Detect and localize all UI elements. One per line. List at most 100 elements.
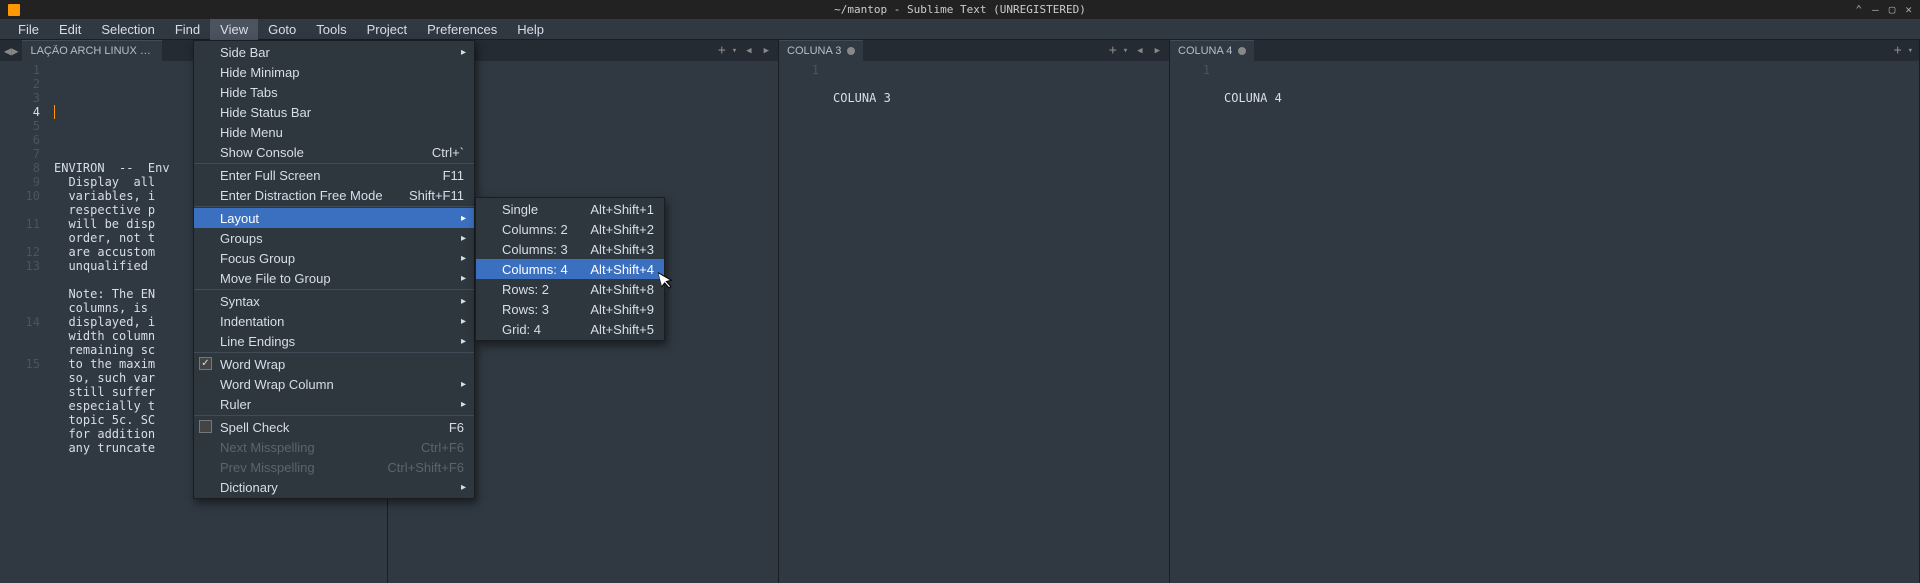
tab-strip-3: COLUNA 3 + ▾ ◀ ▶ [779, 40, 1169, 61]
menu-item-single[interactable]: SingleAlt+Shift+1 [476, 199, 664, 219]
menu-find[interactable]: Find [165, 19, 210, 40]
menu-item-shortcut: Alt+Shift+4 [576, 262, 654, 277]
menu-item-columns-3[interactable]: Columns: 3Alt+Shift+3 [476, 239, 664, 259]
checkbox-icon [199, 420, 212, 433]
line-number [0, 371, 40, 385]
menu-item-label: Enter Distraction Free Mode [220, 188, 395, 203]
new-tab-icon[interactable]: + [718, 43, 726, 58]
tab-nav-right-icon[interactable]: ▶ [11, 44, 18, 58]
menu-item-hide-status-bar[interactable]: Hide Status Bar [194, 102, 474, 122]
tab-file-4[interactable]: COLUNA 4 [1170, 40, 1254, 61]
tab-nav-left-icon[interactable]: ◀ [4, 44, 11, 58]
line-number: 8 [0, 161, 40, 175]
menu-edit[interactable]: Edit [49, 19, 91, 40]
maximize-icon[interactable]: ▢ [1889, 3, 1896, 16]
tab-nav-left-icon[interactable]: ◀ [1134, 46, 1145, 56]
menu-item-shortcut: Alt+Shift+1 [576, 202, 654, 217]
tab-nav-right-icon[interactable]: ▶ [1152, 46, 1163, 56]
menu-item-label: Indentation [220, 314, 464, 329]
menu-item-label: Columns: 3 [502, 242, 576, 257]
code-area[interactable]: COLUNA 3 [827, 61, 1169, 583]
line-number: 14 [0, 315, 40, 329]
dirty-indicator-icon [1238, 47, 1246, 55]
menu-item-rows-3[interactable]: Rows: 3Alt+Shift+9 [476, 299, 664, 319]
menu-item-label: Grid: 4 [502, 322, 576, 337]
menu-item-label: Syntax [220, 294, 464, 309]
menu-item-focus-group[interactable]: Focus Group [194, 248, 474, 268]
menu-item-word-wrap-column[interactable]: Word Wrap Column [194, 374, 474, 394]
menu-item-groups[interactable]: Groups [194, 228, 474, 248]
menu-item-label: Hide Tabs [220, 85, 464, 100]
menu-item-syntax[interactable]: Syntax [194, 291, 474, 311]
line-number [0, 231, 40, 245]
close-icon[interactable]: ✕ [1905, 3, 1912, 16]
menu-view[interactable]: View [210, 19, 258, 40]
menu-item-side-bar[interactable]: Side Bar [194, 42, 474, 62]
code-line: COLUNA 4 [1224, 91, 1913, 105]
menu-item-prev-misspelling: Prev MisspellingCtrl+Shift+F6 [194, 457, 474, 477]
tab-file-1[interactable]: LAÇÃO ARCH LINUX - BIOS-Legacy, T [22, 40, 162, 61]
line-number: 12 [0, 245, 40, 259]
line-number: 9 [0, 175, 40, 189]
menu-item-layout[interactable]: Layout [194, 208, 474, 228]
tab-overflow-icon[interactable]: ▾ [732, 46, 737, 56]
menu-item-hide-menu[interactable]: Hide Menu [194, 122, 474, 142]
menu-item-word-wrap[interactable]: ✓Word Wrap [194, 354, 474, 374]
menu-project[interactable]: Project [357, 19, 417, 40]
tab-file-3[interactable]: COLUNA 3 [779, 40, 863, 61]
new-tab-icon[interactable]: + [1894, 43, 1902, 58]
menu-item-rows-2[interactable]: Rows: 2Alt+Shift+8 [476, 279, 664, 299]
menu-separator [194, 352, 474, 353]
menu-item-spell-check[interactable]: Spell CheckF6 [194, 417, 474, 437]
line-number: 13 [0, 259, 40, 273]
window-title: ~/mantop - Sublime Text (UNREGISTERED) [834, 3, 1086, 16]
menu-item-show-console[interactable]: Show ConsoleCtrl+` [194, 142, 474, 162]
menu-item-shortcut: Shift+F11 [395, 188, 464, 203]
rollup-icon[interactable]: ⌃ [1856, 3, 1863, 16]
menu-item-dictionary[interactable]: Dictionary [194, 477, 474, 497]
menu-item-label: Side Bar [220, 45, 464, 60]
line-number: 1 [0, 63, 40, 77]
menu-selection[interactable]: Selection [91, 19, 164, 40]
tab-nav-right-icon[interactable]: ▶ [761, 46, 772, 56]
menu-item-move-file-to-group[interactable]: Move File to Group [194, 268, 474, 288]
menu-help[interactable]: Help [507, 19, 554, 40]
menu-goto[interactable]: Goto [258, 19, 306, 40]
menu-item-enter-distraction-free-mode[interactable]: Enter Distraction Free ModeShift+F11 [194, 185, 474, 205]
line-number [0, 301, 40, 315]
editor-pane-4[interactable]: 1 COLUNA 4 [1170, 61, 1919, 583]
menu-item-hide-tabs[interactable]: Hide Tabs [194, 82, 474, 102]
menu-item-label: Dictionary [220, 480, 464, 495]
editor-pane-3[interactable]: 1 COLUNA 3 [779, 61, 1169, 583]
menu-preferences[interactable]: Preferences [417, 19, 507, 40]
menu-item-label: Single [502, 202, 576, 217]
line-number [0, 287, 40, 301]
tab-overflow-icon[interactable]: ▾ [1123, 46, 1128, 56]
menu-item-indentation[interactable]: Indentation [194, 311, 474, 331]
tab-label: LAÇÃO ARCH LINUX - BIOS-Legacy, T [30, 45, 154, 57]
menu-item-label: Spell Check [220, 420, 435, 435]
menu-file[interactable]: File [8, 19, 49, 40]
line-number: 1 [779, 63, 819, 77]
menu-item-label: Next Misspelling [220, 440, 407, 455]
tab-overflow-icon[interactable]: ▾ [1908, 46, 1913, 56]
tab-nav-left-icon[interactable]: ◀ [743, 46, 754, 56]
menu-item-next-misspelling: Next MisspellingCtrl+F6 [194, 437, 474, 457]
view-dropdown-menu: Side Bar Hide Minimap Hide Tabs Hide Status… [193, 40, 475, 499]
menu-item-ruler[interactable]: Ruler [194, 394, 474, 414]
line-number: 2 [0, 77, 40, 91]
line-number: 6 [0, 133, 40, 147]
code-area[interactable]: COLUNA 4 [1218, 61, 1919, 583]
menu-item-label: Rows: 2 [502, 282, 576, 297]
menu-item-grid-4[interactable]: Grid: 4Alt+Shift+5 [476, 319, 664, 339]
menu-item-hide-minimap[interactable]: Hide Minimap [194, 62, 474, 82]
menu-item-columns-2[interactable]: Columns: 2Alt+Shift+2 [476, 219, 664, 239]
minimize-icon[interactable]: — [1872, 3, 1879, 16]
new-tab-icon[interactable]: + [1109, 43, 1117, 58]
layout-submenu: SingleAlt+Shift+1Columns: 2Alt+Shift+2Co… [475, 197, 665, 341]
menu-tools[interactable]: Tools [306, 19, 356, 40]
menu-item-line-endings[interactable]: Line Endings [194, 331, 474, 351]
menu-item-label: Hide Status Bar [220, 105, 464, 120]
menu-item-columns-4[interactable]: Columns: 4Alt+Shift+4 [476, 259, 664, 279]
menu-item-enter-full-screen[interactable]: Enter Full ScreenF11 [194, 165, 474, 185]
